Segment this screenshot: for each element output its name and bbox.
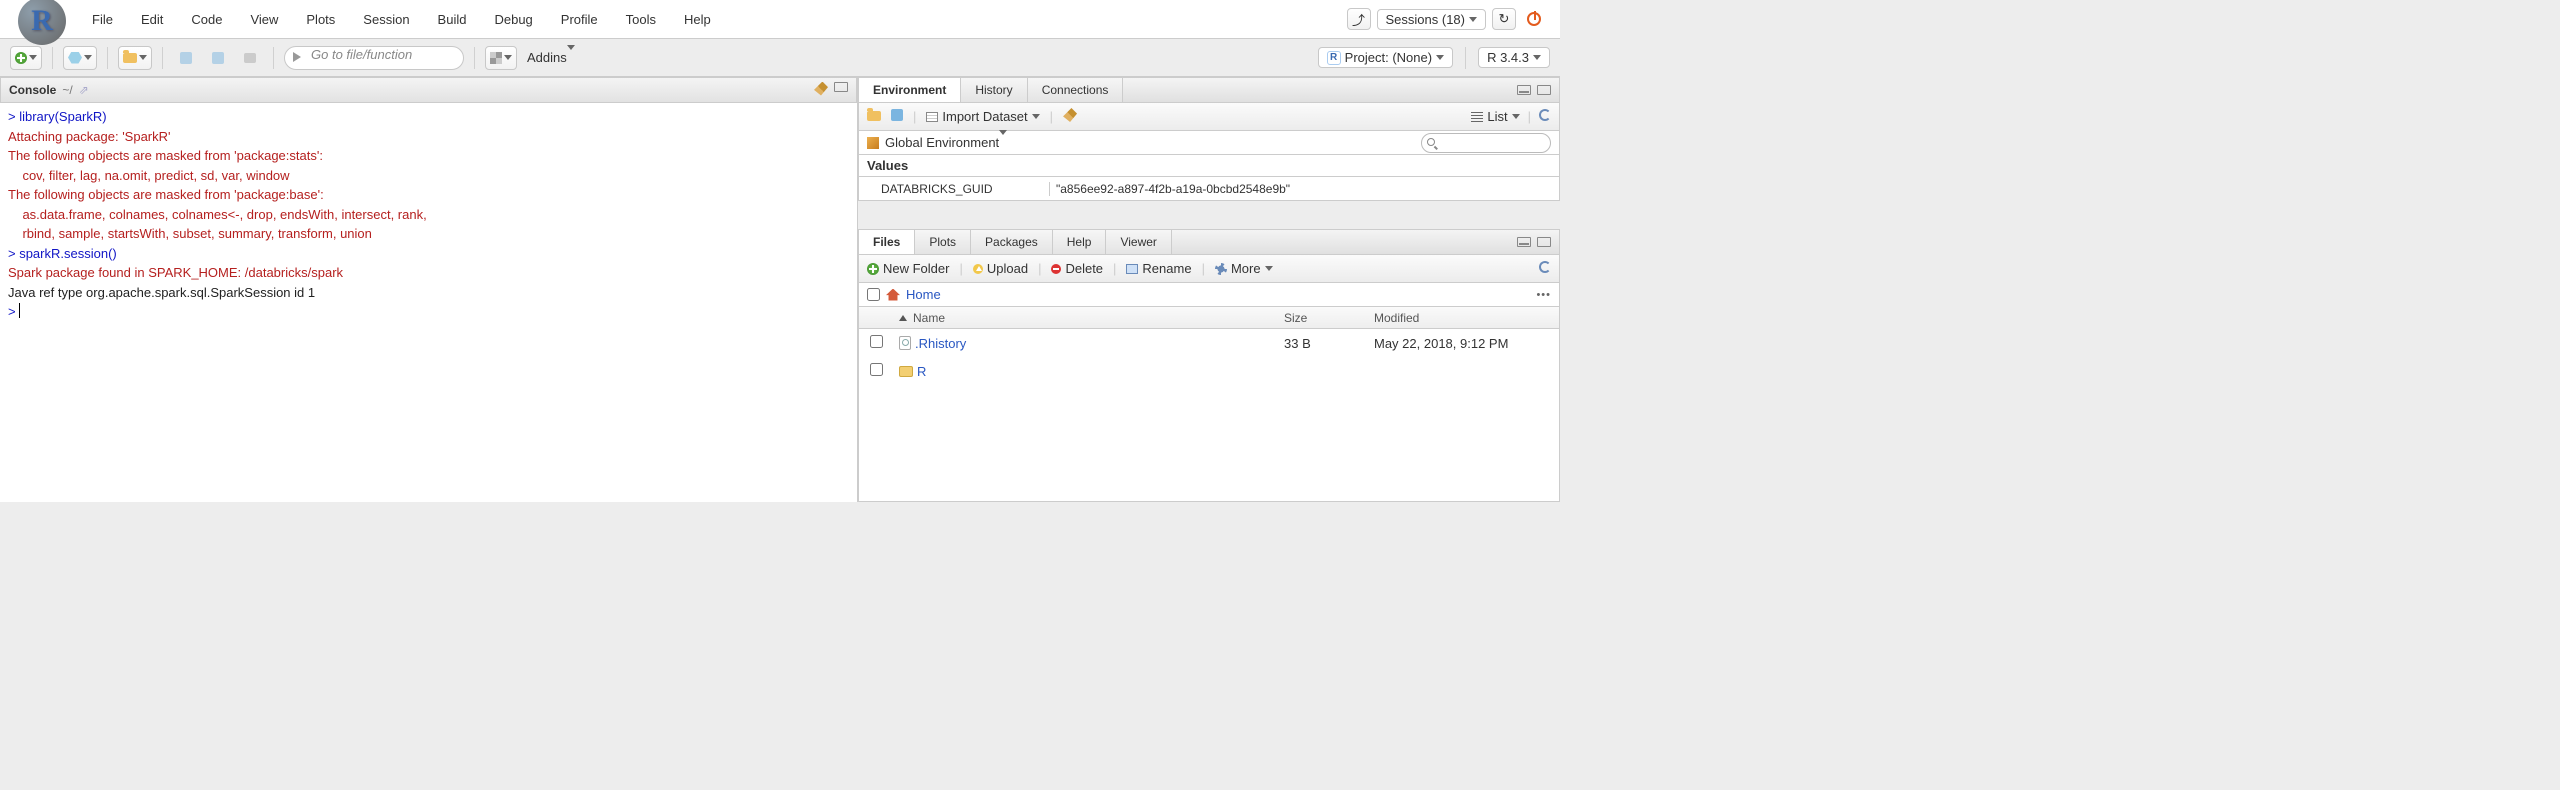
clear-console-icon[interactable] — [814, 82, 828, 99]
file-icon — [899, 336, 911, 350]
file-size: 33 B — [1284, 336, 1374, 351]
menu-plots[interactable]: Plots — [292, 12, 349, 27]
menu-view[interactable]: View — [236, 12, 292, 27]
minimize-pane-icon[interactable] — [1517, 85, 1531, 95]
goto-input[interactable]: Go to file/function — [284, 46, 464, 70]
new-folder-button[interactable]: New Folder — [867, 261, 949, 276]
select-all-checkbox[interactable] — [867, 288, 880, 301]
files-panel: FilesPlotsPackagesHelpViewer New Folder … — [858, 229, 1560, 502]
console-path: ~/ — [62, 83, 72, 97]
file-modified: May 22, 2018, 9:12 PM — [1374, 336, 1559, 351]
maximize-pane-icon[interactable] — [1537, 237, 1551, 247]
print-button[interactable] — [237, 46, 263, 70]
save-button[interactable] — [173, 46, 199, 70]
home-icon[interactable] — [886, 289, 900, 301]
more-dropdown[interactable]: More — [1215, 261, 1273, 276]
env-var-value: "a856ee92-a897-4f2b-a19a-0bcbd2548e9b" — [1049, 182, 1559, 196]
console-popout-icon[interactable]: ⇗ — [79, 83, 89, 97]
tab-history[interactable]: History — [961, 78, 1027, 102]
menu-help[interactable]: Help — [670, 12, 725, 27]
file-link[interactable]: R — [917, 364, 926, 379]
files-breadcrumb: Home ••• — [858, 283, 1560, 307]
path-options-icon[interactable]: ••• — [1536, 289, 1551, 301]
new-file-button[interactable] — [10, 46, 42, 70]
file-row[interactable]: R — [859, 357, 1559, 385]
clear-env-icon[interactable] — [1063, 108, 1077, 125]
rename-button[interactable]: Rename — [1126, 261, 1191, 276]
tab-help[interactable]: Help — [1053, 230, 1107, 254]
env-var-name: DATABRICKS_GUID — [859, 182, 1049, 196]
open-file-button[interactable] — [118, 46, 152, 70]
tab-connections[interactable]: Connections — [1028, 78, 1124, 102]
col-name[interactable]: Name — [893, 311, 1284, 325]
folder-icon — [899, 366, 913, 377]
col-modified[interactable]: Modified — [1374, 311, 1559, 325]
maximize-pane-icon[interactable] — [834, 82, 848, 92]
file-link[interactable]: .Rhistory — [915, 336, 966, 351]
files-toolbar: New Folder | Upload | Delete | Rename | … — [858, 255, 1560, 283]
panes-button[interactable] — [485, 46, 517, 70]
refresh-env-icon[interactable] — [1539, 109, 1551, 124]
env-toolbar: | Import Dataset | List | — [858, 103, 1560, 131]
console-title: Console — [9, 83, 56, 97]
addins-dropdown[interactable]: Addins — [523, 50, 579, 65]
maximize-pane-icon[interactable] — [1537, 85, 1551, 95]
menu-edit[interactable]: Edit — [127, 12, 177, 27]
minimize-pane-icon[interactable] — [1517, 237, 1531, 247]
col-size[interactable]: Size — [1284, 311, 1374, 325]
refresh-session-icon[interactable]: ↻ — [1492, 8, 1516, 30]
menu-tools[interactable]: Tools — [612, 12, 670, 27]
new-project-button[interactable] — [63, 46, 97, 70]
import-dataset-dropdown[interactable]: Import Dataset — [926, 109, 1039, 124]
global-env-icon — [867, 137, 879, 149]
main-menubar: R FileEditCodeViewPlotsSessionBuildDebug… — [0, 0, 1560, 39]
sessions-dropdown[interactable]: Sessions (18) — [1377, 9, 1486, 30]
menu-debug[interactable]: Debug — [480, 12, 546, 27]
tab-packages[interactable]: Packages — [971, 230, 1053, 254]
env-values-header: Values — [858, 155, 1560, 177]
menu-profile[interactable]: Profile — [547, 12, 612, 27]
menu-session[interactable]: Session — [349, 12, 423, 27]
tab-plots[interactable]: Plots — [915, 230, 971, 254]
project-dropdown[interactable]: R Project: (None) — [1318, 47, 1453, 68]
right-column: EnvironmentHistoryConnections | Import D… — [858, 77, 1560, 502]
row-checkbox[interactable] — [870, 363, 883, 376]
view-mode-dropdown[interactable]: List — [1471, 109, 1519, 124]
files-header-row: Name Size Modified — [859, 307, 1559, 329]
console-pane: Console ~/ ⇗ > library(SparkR)Attaching … — [0, 77, 858, 502]
env-scope-row: Global Environment — [858, 131, 1560, 155]
save-all-button[interactable] — [205, 46, 231, 70]
delete-button[interactable]: Delete — [1051, 261, 1103, 276]
file-row[interactable]: .Rhistory 33 BMay 22, 2018, 9:12 PM — [859, 329, 1559, 357]
power-icon[interactable] — [1522, 8, 1546, 30]
refresh-files-icon[interactable] — [1539, 261, 1551, 276]
menu-file[interactable]: File — [78, 12, 127, 27]
global-toolbar: Go to file/function Addins R Project: (N… — [0, 39, 1560, 77]
files-tabs: FilesPlotsPackagesHelpViewer — [858, 229, 1560, 255]
save-workspace-icon[interactable] — [891, 109, 903, 124]
env-tabs: EnvironmentHistoryConnections — [858, 77, 1560, 103]
load-workspace-icon[interactable] — [867, 109, 881, 124]
upload-button[interactable]: Upload — [973, 261, 1028, 276]
console-header: Console ~/ ⇗ — [0, 77, 857, 103]
console-output[interactable]: > library(SparkR)Attaching package: 'Spa… — [0, 103, 857, 502]
main-split: Console ~/ ⇗ > library(SparkR)Attaching … — [0, 77, 1560, 502]
cloud-export-icon[interactable]: ⤴ — [1347, 8, 1371, 30]
menu-build[interactable]: Build — [424, 12, 481, 27]
menu-code[interactable]: Code — [177, 12, 236, 27]
tab-files[interactable]: Files — [859, 230, 915, 254]
env-search-input[interactable] — [1421, 133, 1551, 153]
env-scope-dropdown[interactable]: Global Environment — [885, 135, 1007, 150]
environment-panel: EnvironmentHistoryConnections | Import D… — [858, 77, 1560, 201]
r-version-dropdown[interactable]: R 3.4.3 — [1478, 47, 1550, 68]
row-checkbox[interactable] — [870, 335, 883, 348]
sort-asc-icon — [899, 315, 907, 321]
tab-viewer[interactable]: Viewer — [1106, 230, 1171, 254]
home-link[interactable]: Home — [906, 287, 941, 302]
tab-environment[interactable]: Environment — [859, 78, 961, 102]
env-variable-row[interactable]: DATABRICKS_GUID "a856ee92-a897-4f2b-a19a… — [858, 177, 1560, 201]
